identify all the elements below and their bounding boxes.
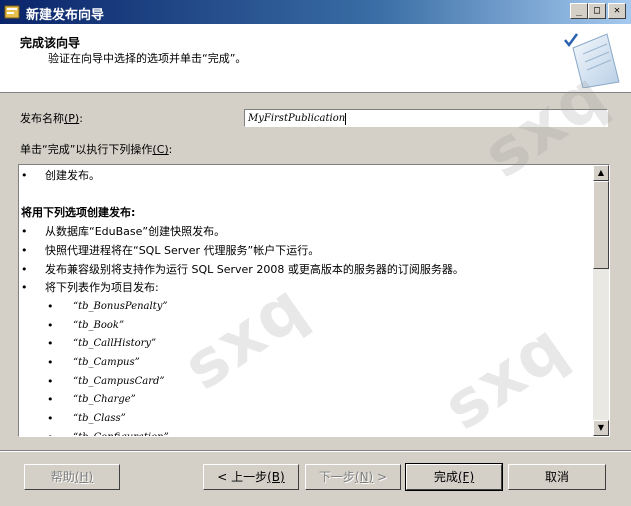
summary-line-text: “tb_BonusPenalty”: [73, 300, 168, 312]
back-button-label: < 上一步: [217, 470, 268, 484]
wizard-header: 完成该向导 验证在向导中选择的选项并单击“完成”。: [0, 24, 631, 93]
window-title: 新建发布向导: [26, 8, 105, 23]
scroll-down-arrow-icon[interactable]: ▼: [593, 420, 609, 436]
footer-separator: [0, 450, 631, 452]
bullet-icon: •: [47, 412, 54, 426]
bullet-icon: •: [47, 356, 54, 369]
text-caret: [345, 112, 347, 125]
bullet-icon: •: [21, 262, 28, 276]
summary-line-text: 发布兼容级别将支持作为运行 SQL Server 2008 或更高版本的服务器的…: [45, 262, 464, 276]
actions-label-suffix: :: [168, 143, 173, 156]
close-button[interactable]: ✕: [608, 3, 626, 19]
summary-line-text: “tb_Campus”: [73, 357, 140, 368]
next-button-accel: (N): [354, 470, 374, 484]
summary-line-text: 快照代理进程将在“SQL Server 代理服务”帐户下运行。: [45, 243, 320, 257]
bullet-icon: •: [21, 225, 28, 239]
summary-line-text: “tb_Configuration”: [73, 429, 169, 436]
summary-line-text: “tb_CallHistory”: [73, 338, 157, 350]
actions-label-text: 单击“完成”以执行下列操作: [20, 143, 153, 156]
bullet-icon: •: [47, 337, 54, 351]
page-subtitle: 验证在向导中选择的选项并单击“完成”。: [48, 52, 247, 65]
title-bar[interactable]: 新建发布向导 _ □ ✕: [0, 0, 631, 24]
actions-label-accel: (C): [152, 143, 169, 156]
publication-name-suffix: :: [79, 112, 83, 125]
page-title: 完成该向导: [20, 36, 81, 50]
help-button-label: 帮助: [50, 470, 75, 484]
finish-button[interactable]: 完成(F): [405, 463, 503, 491]
summary-line-text: 将用下列选项创建发布:: [21, 206, 136, 220]
scroll-up-arrow-icon[interactable]: ▲: [593, 165, 609, 181]
summary-textbox[interactable]: • 创建发布。将用下列选项创建发布: • 从数据库“EduBase”创建快照发布。 • 快…: [18, 164, 610, 437]
next-button-suffix: >: [373, 470, 388, 484]
finish-button-accel: (F): [457, 470, 475, 484]
publication-name-input[interactable]: MyFirstPublication: [244, 109, 608, 127]
publication-name-label-text: 发布名称: [20, 112, 64, 125]
next-button[interactable]: 下一步(N) >: [305, 464, 401, 490]
bullet-icon: •: [21, 243, 28, 257]
vertical-scrollbar[interactable]: ▲ ▼: [593, 165, 609, 436]
help-button-accel: (H): [74, 470, 94, 484]
summary-line-text: 将下列表作为项目发布:: [45, 281, 159, 295]
bullet-icon: •: [47, 299, 54, 313]
publication-name-accel: (P): [64, 112, 80, 125]
actions-label: 单击“完成”以执行下列操作(C):: [20, 141, 172, 157]
bullet-icon: •: [47, 374, 54, 388]
summary-line-text: 从数据库“EduBase”创建快照发布。: [45, 225, 226, 239]
next-button-label: 下一步: [318, 470, 355, 484]
bullet-icon: •: [21, 169, 28, 182]
finish-button-label: 完成: [433, 470, 458, 484]
summary-line-text: 创建发布。: [45, 169, 100, 182]
summary-line-text: “tb_Book”: [73, 319, 125, 331]
maximize-button[interactable]: □: [588, 3, 606, 19]
bullet-icon: •: [21, 281, 28, 295]
wizard-checkmark-icon: [564, 33, 620, 88]
bullet-icon: •: [47, 318, 54, 332]
cancel-button[interactable]: 取消: [508, 464, 606, 490]
back-button-accel: (B): [267, 470, 285, 484]
cancel-button-label: 取消: [544, 470, 569, 484]
help-button[interactable]: 帮助(H): [24, 464, 120, 490]
summary-line-text: “tb_Class”: [73, 413, 126, 425]
publication-name-label: 发布名称(P):: [20, 110, 83, 126]
scroll-thumb[interactable]: [593, 181, 609, 269]
back-button[interactable]: < 上一步(B): [203, 464, 299, 490]
publication-name-value: MyFirstPublication: [248, 113, 346, 124]
summary-line-text: “tb_CampusCard”: [73, 375, 165, 387]
bullet-icon: •: [47, 429, 54, 436]
app-icon: [4, 5, 20, 19]
bullet-icon: •: [47, 393, 54, 407]
minimize-button[interactable]: _: [570, 3, 588, 19]
summary-line-text: “tb_Charge”: [73, 394, 136, 406]
